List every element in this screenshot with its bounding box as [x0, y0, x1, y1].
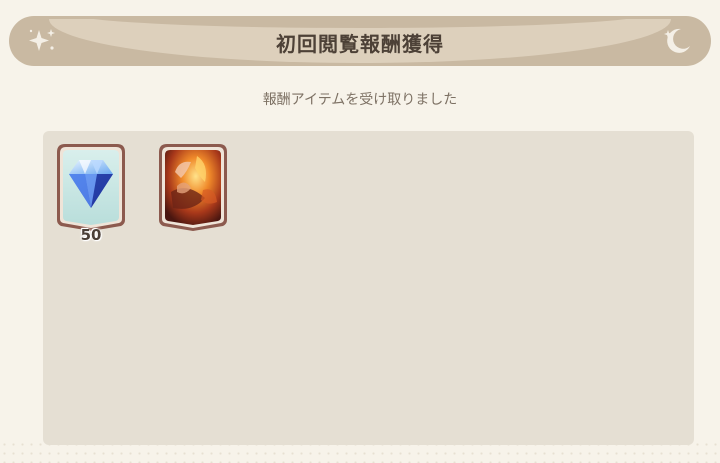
title-banner: 初回閲覧報酬獲得: [9, 16, 711, 66]
reward-item-character[interactable]: [157, 142, 229, 232]
character-card-icon: [159, 144, 227, 231]
diamond-gem-icon: [57, 144, 125, 231]
reward-item-gems[interactable]: 50: [55, 142, 127, 244]
reward-quantity: 50: [80, 226, 102, 244]
reward-dialog: 初回閲覧報酬獲得 報酬アイテムを受け取りました 50: [0, 0, 720, 463]
dialog-title: 初回閲覧報酬獲得: [276, 32, 444, 56]
reward-panel: 50: [43, 131, 694, 445]
crescent-moon-icon: [664, 28, 690, 53]
dialog-subtitle: 報酬アイテムを受け取りました: [262, 92, 458, 108]
